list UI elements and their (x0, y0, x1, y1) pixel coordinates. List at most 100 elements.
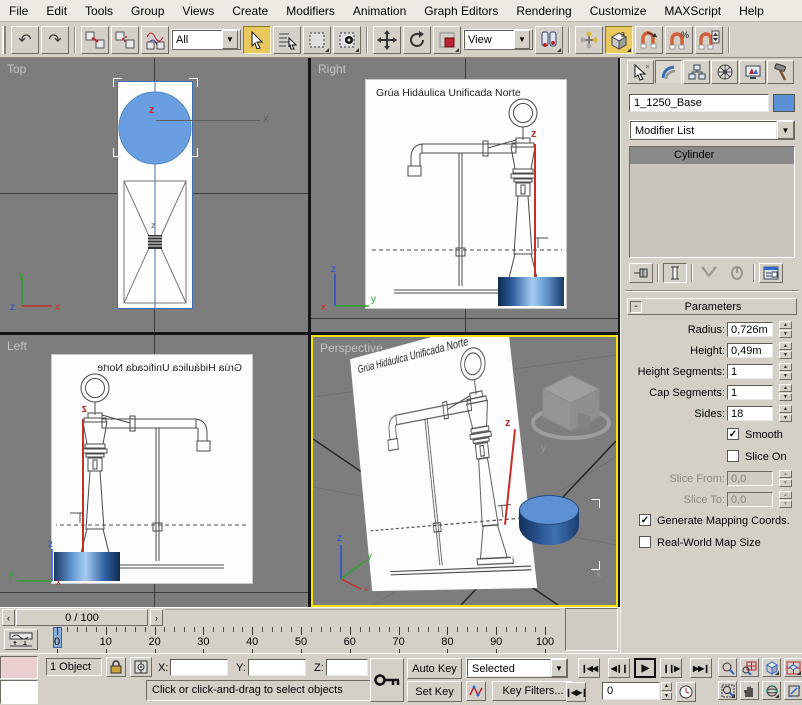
height-field[interactable]: 0,49m (727, 343, 773, 358)
key-mode-toggle[interactable]: ❙◀▶❙ (566, 682, 586, 702)
time-slider-track[interactable] (165, 609, 560, 626)
radius-field[interactable]: 0,726m (727, 322, 773, 337)
x-coord-field[interactable] (170, 659, 228, 676)
combo-arrow-icon[interactable]: ▼ (551, 659, 567, 677)
spinner-down[interactable]: ▼ (779, 372, 792, 380)
viewport-right[interactable]: Right z z x y (311, 58, 618, 332)
image-plane-top-view[interactable]: z (118, 82, 192, 308)
snaps-toggle-button[interactable]: 3 (605, 26, 633, 54)
reference-coordinate-combo[interactable]: View ▼ (463, 29, 533, 50)
menu-rendering[interactable]: Rendering (507, 1, 580, 21)
remove-modifier-button[interactable] (725, 263, 749, 283)
set-key-button[interactable]: Set Key (407, 681, 462, 702)
menu-views[interactable]: Views (173, 1, 223, 21)
generate-mapping-coords-checkbox[interactable]: ✓ (639, 514, 651, 526)
angle-snap-button[interactable] (635, 26, 663, 54)
use-pivot-center-button[interactable] (535, 26, 563, 54)
previous-frame-arrow[interactable]: ‹ (2, 609, 15, 626)
selection-lock-toggle[interactable] (106, 657, 126, 677)
menu-file[interactable]: File (0, 1, 37, 21)
redo-button[interactable]: ↷ (41, 26, 69, 54)
configure-modifier-sets-button[interactable] (759, 263, 783, 283)
go-to-end-button[interactable]: ▶▶❙ (690, 658, 712, 678)
tab-motion[interactable] (711, 60, 738, 84)
radius-spinner[interactable]: ▲▼ (779, 321, 792, 338)
select-by-name-button[interactable] (273, 26, 301, 54)
viewport-right-label[interactable]: Right (318, 62, 346, 76)
real-world-map-size-checkbox[interactable] (639, 536, 651, 548)
menu-create[interactable]: Create (223, 1, 277, 21)
cylinder-3d[interactable] (519, 495, 579, 549)
selection-filter-combo[interactable]: All ▼ (171, 29, 241, 50)
percent-snap-button[interactable]: % (665, 26, 693, 54)
play-button[interactable]: ▶ (634, 658, 656, 678)
tab-hierarchy[interactable] (683, 60, 710, 84)
undo-button[interactable]: ↶ (11, 26, 39, 54)
spinner-up[interactable]: ▲ (779, 363, 792, 371)
time-configuration-button[interactable] (676, 682, 696, 702)
rectangular-selection-region-button[interactable] (303, 26, 331, 54)
viewport-top-label[interactable]: Top (7, 62, 26, 76)
menu-customize[interactable]: Customize (581, 1, 656, 21)
combo-arrow-icon[interactable]: ▼ (514, 30, 530, 49)
collapse-icon[interactable]: - (630, 301, 642, 313)
key-filters-button[interactable]: Key Filters... (492, 681, 574, 701)
select-and-scale-button[interactable] (433, 26, 461, 54)
toolbar-grip[interactable] (2, 26, 6, 54)
open-mini-curve-editor-button[interactable] (4, 629, 38, 650)
zoom-extents-button[interactable] (762, 658, 781, 677)
height-spinner[interactable]: ▲▼ (779, 342, 792, 359)
parameters-rollout-header[interactable]: - Parameters (627, 298, 797, 315)
sides-field[interactable]: 18 (727, 406, 773, 421)
unlink-selection-button[interactable] (111, 26, 139, 54)
reference-image-plane-mirrored[interactable]: z (52, 355, 252, 583)
object-name-field[interactable]: 1_1250_Base (629, 94, 769, 112)
spinner-up[interactable]: ▲ (779, 342, 792, 350)
cap-segments-spinner[interactable]: ▲▼ (779, 384, 792, 401)
spinner-down[interactable]: ▼ (779, 414, 792, 422)
combo-arrow-icon[interactable]: ▼ (777, 121, 794, 139)
window-crossing-toggle[interactable] (333, 26, 361, 54)
combo-arrow-icon[interactable]: ▼ (222, 30, 238, 49)
y-coord-field[interactable] (248, 659, 306, 676)
current-frame-field[interactable]: 0 (602, 682, 660, 700)
spinner-down[interactable]: ▼ (779, 393, 792, 401)
spinner-up[interactable]: ▲ (779, 384, 792, 392)
modifier-list-dropdown[interactable]: Modifier List ▼ (629, 120, 795, 140)
pin-stack-button[interactable] (629, 263, 653, 283)
object-color-swatch[interactable] (773, 94, 795, 112)
z-coord-field[interactable] (326, 659, 368, 676)
select-and-link-button[interactable] (81, 26, 109, 54)
zoom-region-button[interactable] (718, 681, 737, 700)
spinner-down[interactable]: ▼ (779, 351, 792, 359)
select-and-rotate-button[interactable] (403, 26, 431, 54)
previous-frame-button[interactable]: ◀❙❙ (608, 658, 630, 678)
key-filter-scope-combo[interactable]: Selected ▼ (466, 658, 568, 678)
set-keys-button[interactable] (370, 658, 404, 702)
menu-group[interactable]: Group (122, 1, 173, 21)
auto-key-button[interactable]: Auto Key (407, 658, 462, 679)
spinner-up[interactable]: ▲ (779, 321, 792, 329)
menu-help[interactable]: Help (730, 1, 773, 21)
make-unique-button[interactable] (697, 263, 721, 283)
menu-animation[interactable]: Animation (344, 1, 415, 21)
show-end-result-button[interactable] (663, 263, 687, 283)
slice-on-checkbox[interactable] (727, 450, 739, 462)
height-segments-spinner[interactable]: ▲▼ (779, 363, 792, 380)
absolute-mode-toggle[interactable] (130, 657, 152, 677)
next-frame-arrow[interactable]: › (150, 609, 163, 626)
tab-utilities[interactable] (767, 60, 794, 84)
smooth-checkbox[interactable]: ✓ (727, 428, 739, 440)
tab-modify[interactable] (655, 60, 682, 84)
spinner-up[interactable]: ▲ (779, 405, 792, 413)
viewport-left-label[interactable]: Left (7, 339, 27, 353)
select-object-button[interactable] (243, 26, 271, 54)
default-in-out-tangents-button[interactable] (466, 681, 486, 701)
viewport-left[interactable]: Left z z x y (0, 335, 308, 607)
select-and-manipulate-button[interactable] (575, 26, 603, 54)
menu-maxscript[interactable]: MAXScript (655, 1, 730, 21)
zoom-extents-all-button[interactable] (784, 658, 802, 677)
tab-display[interactable] (739, 60, 766, 84)
frame-spinner[interactable]: ▲ ▼ (661, 682, 672, 700)
next-frame-button[interactable]: ❙❙▶ (660, 658, 682, 678)
